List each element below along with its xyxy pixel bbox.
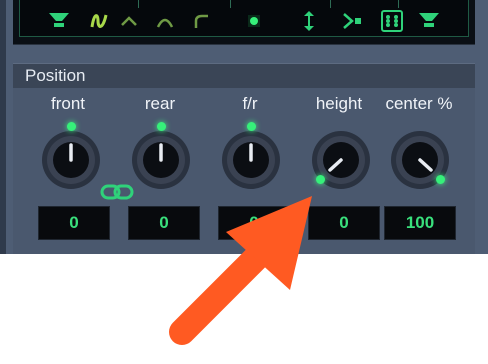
annotation-arrow-icon (169, 196, 312, 345)
